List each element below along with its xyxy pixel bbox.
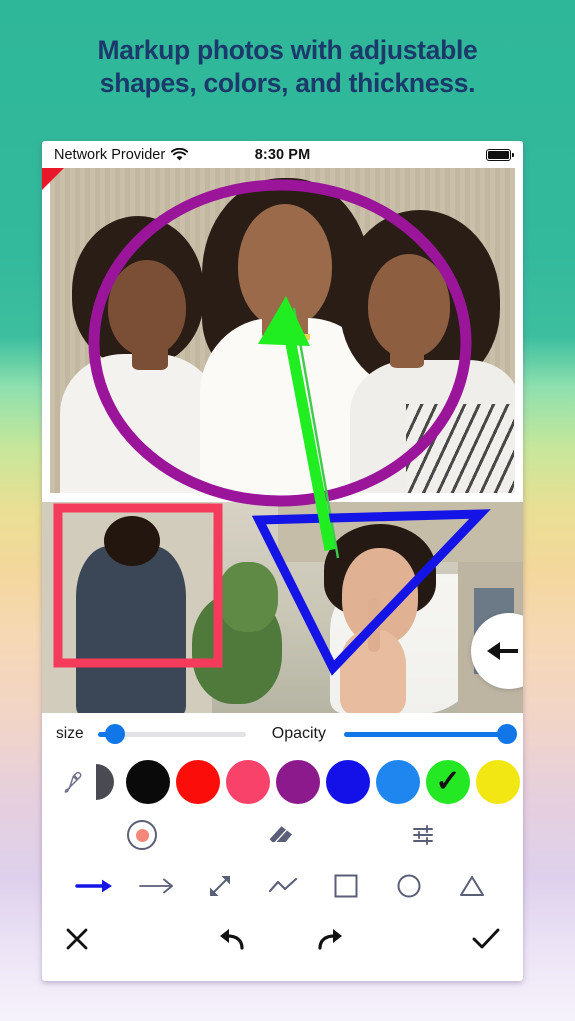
triangle-icon <box>459 874 485 898</box>
square-tool[interactable] <box>314 873 377 899</box>
headline-line-1: Markup photos with adjustable <box>97 35 478 65</box>
color-swatch-purple[interactable] <box>276 760 320 804</box>
action-row <box>42 911 523 967</box>
redo-arrow-icon <box>315 926 345 952</box>
shade-swatch[interactable] <box>96 764 114 800</box>
arrow-thin-tool[interactable] <box>125 876 188 896</box>
close-x-icon <box>64 926 90 952</box>
circle-icon <box>396 873 422 899</box>
arrow-left-icon <box>487 638 520 664</box>
wifi-icon <box>171 148 189 161</box>
color-swatch-light-blue[interactable] <box>376 760 420 804</box>
carrier-label: Network Provider <box>54 146 166 163</box>
photo-canvas[interactable] <box>42 168 523 713</box>
selected-check-icon: ✓ <box>435 765 461 798</box>
color-swatch-red[interactable] <box>176 760 220 804</box>
size-slider-label: size <box>56 725 84 742</box>
eraser-tool[interactable] <box>212 823 352 847</box>
undo-button[interactable] <box>217 926 247 952</box>
zigzag-line-icon <box>268 876 298 896</box>
photo-top[interactable] <box>50 168 515 493</box>
circle-dot-icon <box>127 820 158 850</box>
undo-redo-group <box>90 926 471 952</box>
photo-bottom[interactable] <box>42 502 523 713</box>
eyedropper-icon[interactable] <box>54 760 88 804</box>
adjust-settings-tool[interactable] <box>353 823 493 847</box>
headline-line-2: shapes, colors, and thickness. <box>99 67 476 98</box>
double-arrow-tool[interactable] <box>188 873 251 899</box>
color-swatch-pink[interactable] <box>226 760 270 804</box>
arrow-thick-tool[interactable] <box>62 876 125 896</box>
triangle-tool[interactable] <box>440 874 503 898</box>
color-swatch-black[interactable] <box>126 760 170 804</box>
opacity-slider[interactable] <box>344 724 517 744</box>
undo-arrow-icon <box>217 926 247 952</box>
slider-row: size Opacity <box>42 713 523 755</box>
arrow-right-thin-icon <box>138 876 176 896</box>
color-swatch-yellow[interactable] <box>476 760 520 804</box>
eraser-icon <box>268 823 296 847</box>
brush-color-tool[interactable] <box>72 820 212 850</box>
sliders-icon <box>411 823 435 847</box>
color-palette-row[interactable]: ✓ <box>42 755 523 809</box>
square-icon <box>333 873 359 899</box>
zigzag-line-tool[interactable] <box>251 876 314 896</box>
status-bar-left: Network Provider <box>54 146 189 163</box>
status-bar: Network Provider 8:30 PM <box>42 141 523 168</box>
shape-row <box>42 861 523 911</box>
size-slider[interactable] <box>97 724 246 744</box>
opacity-slider-label: Opacity <box>271 725 326 742</box>
tool-row <box>42 809 523 861</box>
arrows-diagonal-icon <box>207 873 233 899</box>
check-icon <box>471 926 501 952</box>
page-title: Markup photos with adjustable shapes, co… <box>0 34 575 99</box>
arrow-right-bold-icon <box>74 876 113 896</box>
battery-icon <box>486 148 514 161</box>
markup-toolbar: size Opacity ✓ <box>42 713 523 967</box>
confirm-button[interactable] <box>471 926 501 952</box>
color-swatch-green[interactable]: ✓ <box>426 760 470 804</box>
circle-tool[interactable] <box>377 873 440 899</box>
cancel-button[interactable] <box>64 926 90 952</box>
redo-button[interactable] <box>315 926 345 952</box>
red-triangle-handle[interactable] <box>42 168 64 190</box>
color-swatch-blue[interactable] <box>326 760 370 804</box>
phone-mockup: Network Provider 8:30 PM size Opacity ✓ <box>42 141 523 981</box>
